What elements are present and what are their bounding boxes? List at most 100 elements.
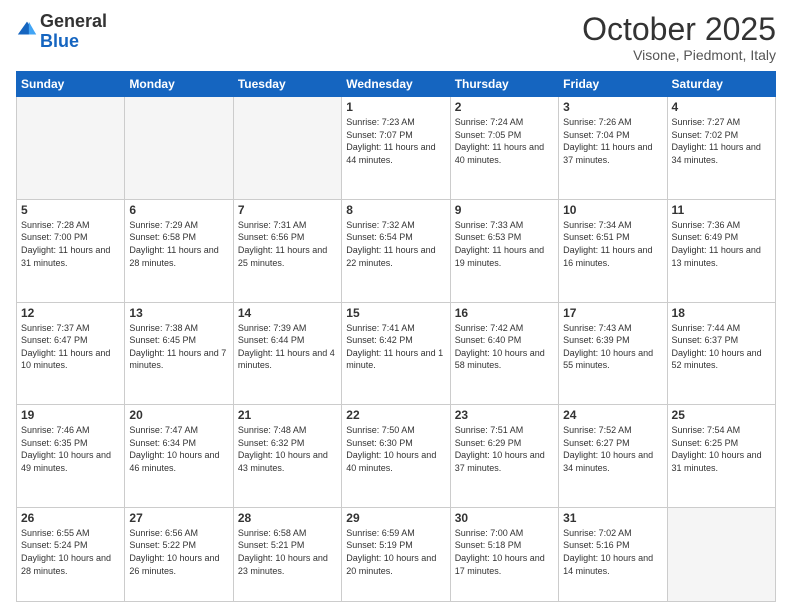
day-number: 3 [563,100,662,114]
calendar-cell [233,97,341,200]
day-number: 30 [455,511,554,525]
day-number: 1 [346,100,445,114]
cell-info: Sunrise: 7:28 AM Sunset: 7:00 PM Dayligh… [21,219,120,269]
cell-info: Sunrise: 7:51 AM Sunset: 6:29 PM Dayligh… [455,424,554,474]
calendar-cell: 20 Sunrise: 7:47 AM Sunset: 6:34 PM Dayli… [125,405,233,508]
day-number: 20 [129,408,228,422]
day-number: 28 [238,511,337,525]
day-header-wednesday: Wednesday [342,72,450,97]
calendar-table: SundayMondayTuesdayWednesdayThursdayFrid… [16,71,776,602]
calendar-cell [17,97,125,200]
cell-info: Sunrise: 7:52 AM Sunset: 6:27 PM Dayligh… [563,424,662,474]
calendar-cell: 7 Sunrise: 7:31 AM Sunset: 6:56 PM Daylig… [233,199,341,302]
calendar-cell: 15 Sunrise: 7:41 AM Sunset: 6:42 PM Dayli… [342,302,450,405]
day-header-friday: Friday [559,72,667,97]
title-block: October 2025 Visone, Piedmont, Italy [582,12,776,63]
calendar-cell [125,97,233,200]
calendar-cell: 13 Sunrise: 7:38 AM Sunset: 6:45 PM Dayli… [125,302,233,405]
cell-info: Sunrise: 7:38 AM Sunset: 6:45 PM Dayligh… [129,322,228,372]
day-number: 14 [238,306,337,320]
cell-info: Sunrise: 6:59 AM Sunset: 5:19 PM Dayligh… [346,527,445,577]
calendar-cell: 27 Sunrise: 6:56 AM Sunset: 5:22 PM Dayli… [125,507,233,601]
day-number: 5 [21,203,120,217]
day-header-saturday: Saturday [667,72,775,97]
calendar-cell: 6Sunrise: 7:29 AM Sunset: 6:58 PM Daylig… [125,199,233,302]
calendar-week-row: 26 Sunrise: 6:55 AM Sunset: 5:24 PM Dayli… [17,507,776,601]
calendar-cell: 23 Sunrise: 7:51 AM Sunset: 6:29 PM Dayli… [450,405,558,508]
cell-info: Sunrise: 7:31 AM Sunset: 6:56 PM Dayligh… [238,219,337,269]
cell-info: Sunrise: 7:23 AM Sunset: 7:07 PM Dayligh… [346,116,445,166]
calendar-cell: 10 Sunrise: 7:34 AM Sunset: 6:51 PM Dayli… [559,199,667,302]
calendar-header-row: SundayMondayTuesdayWednesdayThursdayFrid… [17,72,776,97]
calendar-cell: 25 Sunrise: 7:54 AM Sunset: 6:25 PM Dayli… [667,405,775,508]
cell-info: Sunrise: 7:36 AM Sunset: 6:49 PM Dayligh… [672,219,771,269]
cell-info: Sunrise: 7:50 AM Sunset: 6:30 PM Dayligh… [346,424,445,474]
calendar-cell [667,507,775,601]
calendar-cell: 4 Sunrise: 7:27 AM Sunset: 7:02 PM Daylig… [667,97,775,200]
day-number: 2 [455,100,554,114]
cell-info: Sunrise: 7:24 AM Sunset: 7:05 PM Dayligh… [455,116,554,166]
calendar-cell: 5 Sunrise: 7:28 AM Sunset: 7:00 PM Daylig… [17,199,125,302]
calendar-cell: 2 Sunrise: 7:24 AM Sunset: 7:05 PM Daylig… [450,97,558,200]
logo: General Blue [16,12,107,52]
day-number: 27 [129,511,228,525]
calendar-cell: 8Sunrise: 7:32 AM Sunset: 6:54 PM Daylig… [342,199,450,302]
day-number: 25 [672,408,771,422]
cell-info: Sunrise: 7:54 AM Sunset: 6:25 PM Dayligh… [672,424,771,474]
calendar-cell: 1 Sunrise: 7:23 AM Sunset: 7:07 PM Daylig… [342,97,450,200]
day-header-monday: Monday [125,72,233,97]
calendar-cell: 17 Sunrise: 7:43 AM Sunset: 6:39 PM Dayli… [559,302,667,405]
day-number: 15 [346,306,445,320]
day-number: 19 [21,408,120,422]
cell-info: Sunrise: 7:41 AM Sunset: 6:42 PM Dayligh… [346,322,445,372]
cell-info: Sunrise: 7:02 AM Sunset: 5:16 PM Dayligh… [563,527,662,577]
calendar-week-row: 1 Sunrise: 7:23 AM Sunset: 7:07 PM Daylig… [17,97,776,200]
day-number: 16 [455,306,554,320]
calendar-cell: 22 Sunrise: 7:50 AM Sunset: 6:30 PM Dayli… [342,405,450,508]
day-number: 22 [346,408,445,422]
calendar-cell: 16 Sunrise: 7:42 AM Sunset: 6:40 PM Dayli… [450,302,558,405]
month-title: October 2025 [582,12,776,47]
day-number: 17 [563,306,662,320]
cell-info: Sunrise: 7:44 AM Sunset: 6:37 PM Dayligh… [672,322,771,372]
location-text: Visone, Piedmont, Italy [582,47,776,63]
day-number: 13 [129,306,228,320]
logo-general-text: General [40,11,107,31]
cell-info: Sunrise: 7:48 AM Sunset: 6:32 PM Dayligh… [238,424,337,474]
calendar-cell: 31Sunrise: 7:02 AM Sunset: 5:16 PM Dayli… [559,507,667,601]
day-number: 4 [672,100,771,114]
cell-info: Sunrise: 6:55 AM Sunset: 5:24 PM Dayligh… [21,527,120,577]
cell-info: Sunrise: 6:58 AM Sunset: 5:21 PM Dayligh… [238,527,337,577]
calendar-cell: 9Sunrise: 7:33 AM Sunset: 6:53 PM Daylig… [450,199,558,302]
cell-info: Sunrise: 6:56 AM Sunset: 5:22 PM Dayligh… [129,527,228,577]
calendar-cell: 21Sunrise: 7:48 AM Sunset: 6:32 PM Dayli… [233,405,341,508]
cell-info: Sunrise: 7:46 AM Sunset: 6:35 PM Dayligh… [21,424,120,474]
day-number: 23 [455,408,554,422]
day-number: 7 [238,203,337,217]
calendar-cell: 30 Sunrise: 7:00 AM Sunset: 5:18 PM Dayli… [450,507,558,601]
calendar-week-row: 12Sunrise: 7:37 AM Sunset: 6:47 PM Dayli… [17,302,776,405]
cell-info: Sunrise: 7:00 AM Sunset: 5:18 PM Dayligh… [455,527,554,577]
cell-info: Sunrise: 7:43 AM Sunset: 6:39 PM Dayligh… [563,322,662,372]
calendar-cell: 18Sunrise: 7:44 AM Sunset: 6:37 PM Dayli… [667,302,775,405]
day-number: 10 [563,203,662,217]
day-number: 29 [346,511,445,525]
cell-info: Sunrise: 7:29 AM Sunset: 6:58 PM Dayligh… [129,219,228,269]
calendar-week-row: 19 Sunrise: 7:46 AM Sunset: 6:35 PM Dayli… [17,405,776,508]
cell-info: Sunrise: 7:34 AM Sunset: 6:51 PM Dayligh… [563,219,662,269]
day-number: 12 [21,306,120,320]
cell-info: Sunrise: 7:26 AM Sunset: 7:04 PM Dayligh… [563,116,662,166]
day-header-sunday: Sunday [17,72,125,97]
calendar-cell: 12Sunrise: 7:37 AM Sunset: 6:47 PM Dayli… [17,302,125,405]
day-header-tuesday: Tuesday [233,72,341,97]
day-number: 26 [21,511,120,525]
cell-info: Sunrise: 7:47 AM Sunset: 6:34 PM Dayligh… [129,424,228,474]
cell-info: Sunrise: 7:27 AM Sunset: 7:02 PM Dayligh… [672,116,771,166]
calendar-cell: 11 Sunrise: 7:36 AM Sunset: 6:49 PM Dayli… [667,199,775,302]
day-number: 9 [455,203,554,217]
logo-blue-text: Blue [40,31,79,51]
calendar-cell: 19 Sunrise: 7:46 AM Sunset: 6:35 PM Dayli… [17,405,125,508]
day-number: 11 [672,203,771,217]
cell-info: Sunrise: 7:42 AM Sunset: 6:40 PM Dayligh… [455,322,554,372]
day-header-thursday: Thursday [450,72,558,97]
